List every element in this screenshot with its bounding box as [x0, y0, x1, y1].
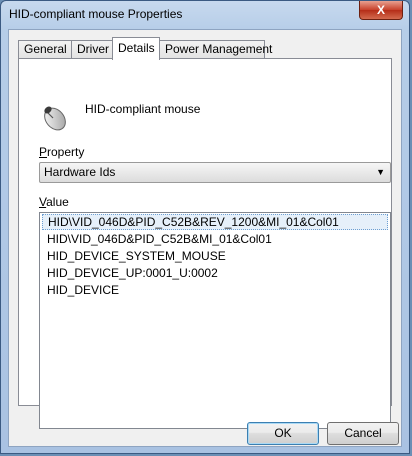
value-label-text: alue — [46, 195, 69, 209]
value-listbox[interactable]: HID\VID_046D&PID_C52B&REV_1200&MI_01&Col… — [39, 212, 391, 429]
property-dropdown-value: Hardware Ids — [44, 165, 116, 179]
list-item[interactable]: HID\VID_046D&PID_C52B&MI_01&Col01 — [42, 231, 388, 247]
property-label-text: roperty — [47, 145, 85, 159]
list-item[interactable]: HID_DEVICE_UP:0001_U:0002 — [42, 265, 388, 281]
details-panel: HID-compliant mouse Property Hardware Id… — [18, 58, 392, 429]
mouse-icon — [44, 106, 66, 131]
chevron-down-icon: ▼ — [376, 167, 385, 177]
close-icon: X — [376, 3, 385, 17]
list-item[interactable]: HID_DEVICE — [42, 282, 388, 298]
cancel-button[interactable]: Cancel — [327, 422, 399, 445]
tab-details[interactable]: Details — [112, 37, 160, 60]
tab-power-management[interactable]: Power Management — [159, 40, 272, 58]
title-bar[interactable]: HID-compliant mouse Properties X — [1, 1, 409, 29]
close-button[interactable]: X — [359, 1, 403, 20]
list-item[interactable]: HID_DEVICE_SYSTEM_MOUSE — [42, 248, 388, 264]
property-dropdown[interactable]: Hardware Ids ▼ — [39, 162, 391, 183]
properties-window: HID-compliant mouse Properties X General… — [0, 0, 410, 454]
list-item[interactable]: HID\VID_046D&PID_C52B&REV_1200&MI_01&Col… — [42, 214, 388, 230]
ok-button[interactable]: OK — [247, 422, 319, 445]
value-label: Value — [39, 195, 69, 209]
window-title: HID-compliant mouse Properties — [9, 7, 183, 21]
property-label: Property — [39, 145, 84, 159]
tab-general[interactable]: General — [18, 40, 72, 58]
property-label-accesskey: P — [39, 145, 48, 159]
dialog-client-area: General Driver Details Power Management … — [8, 29, 402, 447]
tab-driver[interactable]: Driver — [71, 40, 113, 58]
device-name: HID-compliant mouse — [85, 102, 201, 116]
